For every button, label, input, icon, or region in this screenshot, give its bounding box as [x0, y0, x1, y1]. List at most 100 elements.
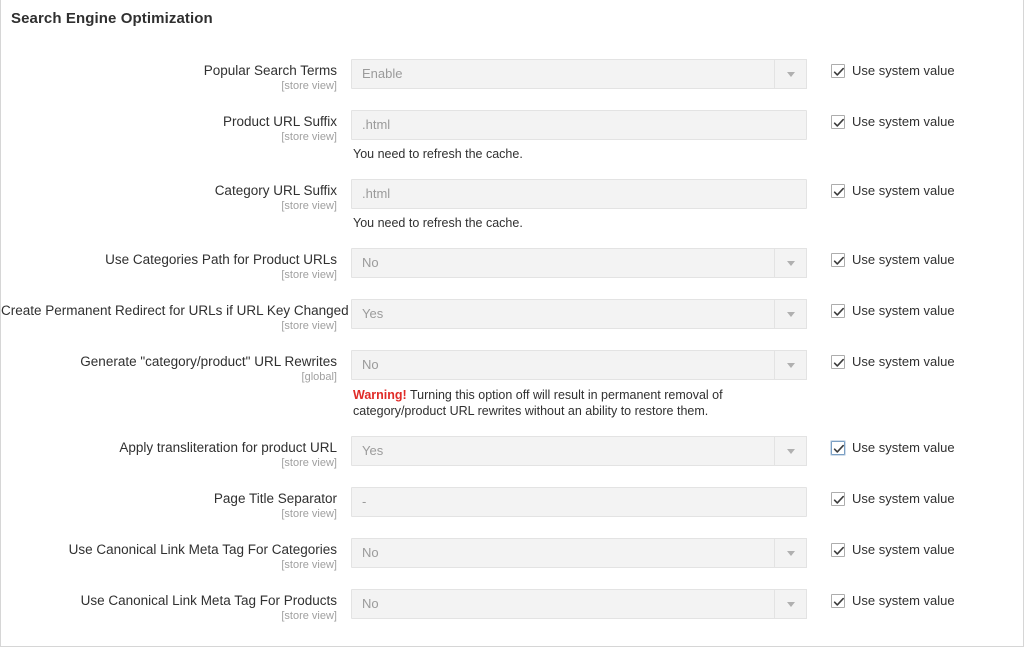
chevron-down-icon[interactable] [774, 436, 807, 466]
use-system-value-label: Use system value [852, 252, 955, 267]
check-icon [833, 358, 844, 367]
use-system-value-control[interactable]: Use system value [831, 354, 955, 370]
setting-text-input[interactable]: - [351, 487, 807, 517]
use-system-value-checkbox[interactable] [831, 543, 845, 557]
use-system-value-label: Use system value [852, 303, 955, 318]
chevron-down-icon[interactable] [774, 538, 807, 568]
use-system-value-checkbox[interactable] [831, 64, 845, 78]
chevron-down-icon[interactable] [774, 299, 807, 329]
setting-scope: [store view] [281, 269, 337, 281]
setting-field-cell: Yes [351, 299, 807, 329]
check-icon [833, 256, 844, 265]
caret-glyph [786, 260, 795, 266]
use-system-value-control[interactable]: Use system value [831, 252, 955, 268]
setting-text-input[interactable]: .html [351, 110, 807, 140]
check-icon [833, 307, 844, 316]
setting-label: Page Title Separator [213, 491, 337, 506]
setting-field-cell: Yes [351, 436, 807, 466]
setting-row: Page Title Separator [store view] - Use sys… [1, 487, 1023, 521]
setting-select[interactable]: No [351, 350, 807, 380]
setting-select[interactable]: No [351, 589, 807, 619]
use-system-value-control[interactable]: Use system value [831, 63, 955, 79]
setting-row: Category URL Suffix [store view] .html You … [1, 179, 1023, 231]
setting-select[interactable]: No [351, 538, 807, 568]
setting-field-cell: No [351, 538, 807, 568]
use-system-value-checkbox[interactable] [831, 355, 845, 369]
setting-value: No [362, 357, 379, 372]
use-system-value-control[interactable]: Use system value [831, 183, 955, 199]
setting-row: Popular Search Terms [store view] Enable Us… [1, 59, 1023, 93]
setting-scope: [store view] [281, 508, 337, 520]
setting-select[interactable]: No [351, 248, 807, 278]
use-system-value-checkbox[interactable] [831, 492, 845, 506]
use-system-value-control[interactable]: Use system value [831, 114, 955, 130]
setting-row: Generate "category/product" URL Rewrites… [1, 350, 1023, 419]
setting-label: Apply transliteration for product URL [119, 440, 337, 455]
use-system-value-label: Use system value [852, 440, 955, 455]
setting-row: Use Canonical Link Meta Tag For Products… [1, 589, 1023, 623]
setting-value: No [362, 255, 379, 270]
use-system-value-label: Use system value [852, 63, 955, 78]
setting-field-cell: - [351, 487, 807, 517]
setting-row: Create Permanent Redirect for URLs if UR… [1, 299, 1023, 333]
use-system-value-control[interactable]: Use system value [831, 440, 955, 456]
setting-label: Use Canonical Link Meta Tag For Products [80, 593, 337, 608]
setting-value: Yes [362, 306, 384, 321]
caret-glyph [786, 71, 795, 77]
setting-value: No [362, 596, 379, 611]
setting-value: .html [362, 186, 391, 201]
setting-select[interactable]: Enable [351, 59, 807, 89]
setting-label: Use Categories Path for Product URLs [105, 252, 337, 267]
setting-label-cell: Use Categories Path for Product URLs [sto… [1, 248, 351, 282]
setting-label: Category URL Suffix [214, 183, 337, 198]
setting-value: No [362, 545, 379, 560]
setting-field-cell: Enable [351, 59, 807, 89]
setting-value: Yes [362, 443, 384, 458]
setting-field-cell: No Warning! Turning this option off will … [351, 350, 807, 419]
setting-scope: [global] [301, 371, 337, 383]
setting-label-cell: Product URL Suffix [store view] [1, 110, 351, 144]
setting-scope: [store view] [281, 80, 337, 92]
use-system-value-control[interactable]: Use system value [831, 542, 955, 558]
check-icon [833, 597, 844, 606]
setting-scope: [store view] [281, 131, 337, 143]
setting-select[interactable]: Yes [351, 436, 807, 466]
chevron-down-icon[interactable] [774, 589, 807, 619]
use-system-value-control[interactable]: Use system value [831, 491, 955, 507]
setting-select[interactable]: Yes [351, 299, 807, 329]
use-system-value-checkbox[interactable] [831, 253, 845, 267]
setting-field-cell: No [351, 589, 807, 619]
chevron-down-icon[interactable] [774, 248, 807, 278]
setting-text-input[interactable]: .html [351, 179, 807, 209]
caret-glyph [786, 448, 795, 454]
setting-scope: [store view] [281, 200, 337, 212]
warning-label: Warning! [353, 388, 407, 402]
setting-label-cell: Use Canonical Link Meta Tag For Products… [1, 589, 351, 623]
setting-scope: [store view] [281, 457, 337, 469]
seo-settings-form: Popular Search Terms [store view] Enable Us… [1, 29, 1023, 623]
setting-label-cell: Apply transliteration for product URL [st… [1, 436, 351, 470]
use-system-value-label: Use system value [852, 354, 955, 369]
use-system-value-control[interactable]: Use system value [831, 593, 955, 609]
use-system-value-checkbox[interactable] [831, 115, 845, 129]
setting-label: Product URL Suffix [222, 114, 337, 129]
setting-row: Product URL Suffix [store view] .html You n… [1, 110, 1023, 162]
check-icon [833, 118, 844, 127]
caret-glyph [786, 311, 795, 317]
caret-glyph [786, 550, 795, 556]
use-system-value-checkbox[interactable] [831, 184, 845, 198]
field-warning: Warning! Turning this option off will re… [351, 387, 793, 419]
setting-field-cell: .html You need to refresh the cache. [351, 110, 807, 162]
setting-label-cell: Use Canonical Link Meta Tag For Categori… [1, 538, 351, 572]
field-note: You need to refresh the cache. [353, 216, 523, 230]
setting-label: Create Permanent Redirect for URLs if UR… [1, 303, 349, 318]
chevron-down-icon[interactable] [774, 59, 807, 89]
setting-row: Use Categories Path for Product URLs [sto… [1, 248, 1023, 282]
field-note: You need to refresh the cache. [353, 147, 523, 161]
use-system-value-checkbox[interactable] [831, 304, 845, 318]
setting-label-cell: Popular Search Terms [store view] [1, 59, 351, 93]
use-system-value-control[interactable]: Use system value [831, 303, 955, 319]
use-system-value-checkbox[interactable] [831, 594, 845, 608]
chevron-down-icon[interactable] [774, 350, 807, 380]
use-system-value-checkbox[interactable] [831, 441, 845, 455]
